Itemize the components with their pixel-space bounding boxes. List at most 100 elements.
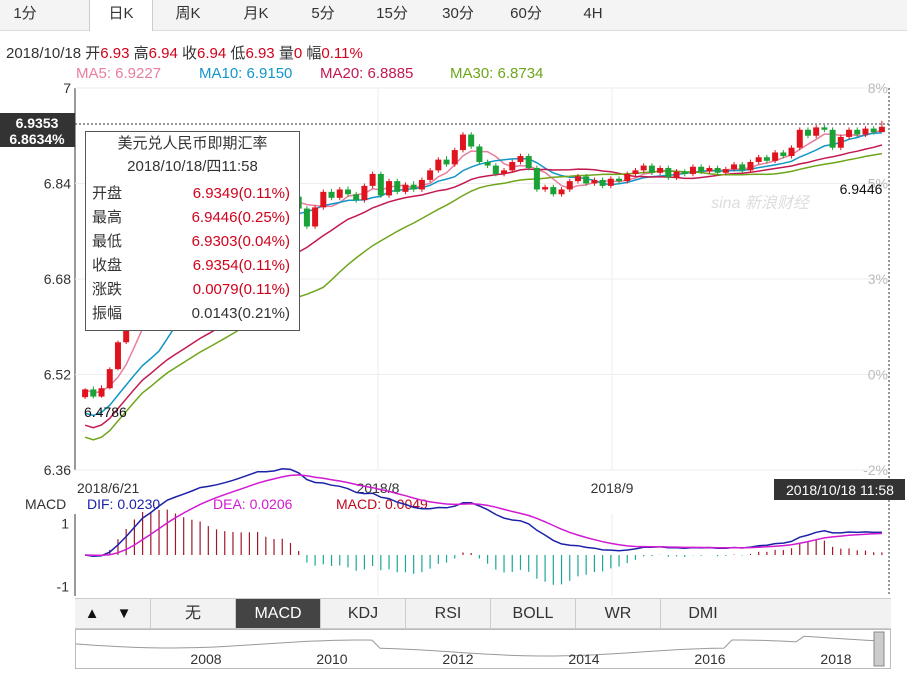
- tooltip-key: 振幅: [92, 305, 123, 322]
- navigator-year: 2008: [190, 651, 221, 667]
- indicator-button-3[interactable]: RSI: [405, 599, 490, 628]
- candle-body: [361, 185, 368, 201]
- candle-body: [607, 178, 614, 186]
- tooltip-value: 6.9349(0.11%): [192, 185, 290, 202]
- pct-tick-label: 3%: [868, 271, 888, 287]
- tooltip-value: 6.9354(0.11%): [192, 257, 290, 274]
- y-tick-label: 7: [63, 80, 71, 96]
- close-label: 收: [182, 45, 198, 62]
- candle-body: [681, 171, 688, 174]
- candle-body: [386, 181, 393, 196]
- candle-body: [788, 147, 795, 157]
- candle-body: [369, 173, 376, 186]
- candle-body: [829, 129, 836, 148]
- candle-body: [303, 208, 310, 227]
- tab-2[interactable]: 周K: [160, 0, 216, 30]
- candle-body: [780, 152, 787, 157]
- candle-body: [821, 127, 828, 130]
- tooltip-datetime: 2018/10/18/四11:58: [127, 158, 258, 175]
- tooltip-row: 涨跌 0.0079(0.11%): [92, 278, 292, 302]
- candle-body: [533, 167, 540, 190]
- candle-body: [714, 167, 721, 173]
- period-tabs: 1分 日K 周K 月K 5分 15分 30分 60分 4H: [0, 0, 907, 31]
- tab-0[interactable]: 1分: [0, 0, 50, 30]
- indicator-button-1[interactable]: MACD: [235, 599, 320, 628]
- tooltip-key: 涨跌: [92, 281, 123, 298]
- indicator-button-0[interactable]: 无: [150, 599, 235, 628]
- indicator-button-6[interactable]: DMI: [660, 599, 745, 628]
- indicator-button-4[interactable]: BOLL: [490, 599, 575, 628]
- tab-6[interactable]: 30分: [430, 0, 486, 30]
- ohlc-tooltip: 美元兑人民币即期汇率 2018/10/18/四11:58 开盘 6.9349(0.…: [85, 131, 300, 331]
- candle-body: [443, 159, 450, 165]
- candle-body: [114, 342, 121, 370]
- tab-1[interactable]: 日K: [89, 0, 153, 31]
- candle-body: [640, 165, 647, 171]
- candle-body: [706, 167, 713, 172]
- tab-8[interactable]: 4H: [570, 0, 616, 30]
- tooltip-value: 6.9303(0.04%): [191, 233, 290, 250]
- max-label: 6.9446: [840, 181, 883, 197]
- ohlc-info: 2018/10/18 开6.93 高6.94 收6.94 低6.93 量0 幅0…: [6, 42, 363, 63]
- crosshair-pct: 6.8634%: [9, 131, 65, 147]
- tooltip-key: 最低: [92, 233, 123, 250]
- candle-body: [755, 157, 762, 163]
- candle-body: [509, 162, 516, 171]
- navigator-handle[interactable]: [873, 631, 885, 667]
- tab-7[interactable]: 60分: [498, 0, 554, 30]
- watermark: sina 新浪财经: [711, 194, 811, 212]
- candle-body: [525, 156, 532, 168]
- candle-body: [665, 167, 672, 178]
- macd-dea: DEA: 0.0206: [213, 496, 293, 512]
- indicator-button-2[interactable]: KDJ: [320, 599, 405, 628]
- candle-body: [312, 207, 319, 227]
- candle-body: [796, 129, 803, 148]
- candle-body: [402, 184, 409, 192]
- macd-title: MACD: [25, 496, 66, 512]
- candle-body: [320, 191, 327, 208]
- high-value: 6.94: [148, 45, 178, 62]
- candle-body: [813, 127, 820, 136]
- y-tick-label: 6.68: [44, 271, 71, 287]
- tooltip-row: 振幅 0.0143(0.21%): [92, 302, 292, 326]
- candle-body: [344, 189, 351, 195]
- candle-body: [722, 169, 729, 173]
- candle-body: [377, 173, 384, 196]
- candle-body: [90, 389, 97, 397]
- candle-body: [591, 179, 598, 184]
- dif-line: [84, 468, 882, 557]
- candle-body: [550, 187, 557, 195]
- min-label: 6.4786: [84, 404, 127, 420]
- candle-body: [837, 136, 844, 148]
- tab-3[interactable]: 月K: [228, 0, 284, 30]
- amp-value: 0.11%: [321, 45, 363, 62]
- arrow-up-button[interactable]: ▲: [77, 599, 107, 628]
- pct-tick-label: 8%: [868, 80, 888, 96]
- volume-value: 0: [293, 45, 303, 62]
- macd-tick: -1: [57, 579, 70, 595]
- time-navigator[interactable]: 2008 2010 2012 2014 2016 2018: [75, 629, 891, 669]
- candle-body: [542, 187, 549, 190]
- tab-5[interactable]: 15分: [364, 0, 420, 30]
- candle-body: [854, 129, 861, 135]
- candle-body: [558, 189, 565, 195]
- navigator-year: 2016: [694, 651, 725, 667]
- candle-body: [394, 181, 401, 192]
- arrow-down-button[interactable]: ▼: [109, 599, 139, 628]
- candle-body: [566, 181, 573, 190]
- candle-body: [427, 170, 434, 180]
- candle-body: [599, 179, 606, 186]
- tab-4[interactable]: 5分: [298, 0, 348, 30]
- candle-body: [673, 171, 680, 178]
- navigator-chart[interactable]: 2008 2010 2012 2014 2016 2018: [75, 630, 892, 670]
- candle-body: [648, 165, 655, 173]
- volume-label: 量: [278, 45, 294, 62]
- candle-body: [418, 179, 425, 190]
- candle-body: [772, 152, 779, 161]
- tooltip-value: 6.9446(0.25%): [191, 209, 290, 226]
- indicator-button-5[interactable]: WR: [575, 599, 660, 628]
- tooltip-value: 0.0143(0.21%): [191, 305, 290, 322]
- y-tick-label: 6.52: [44, 367, 71, 383]
- open-label: 开: [85, 45, 101, 62]
- candle-body: [328, 191, 335, 198]
